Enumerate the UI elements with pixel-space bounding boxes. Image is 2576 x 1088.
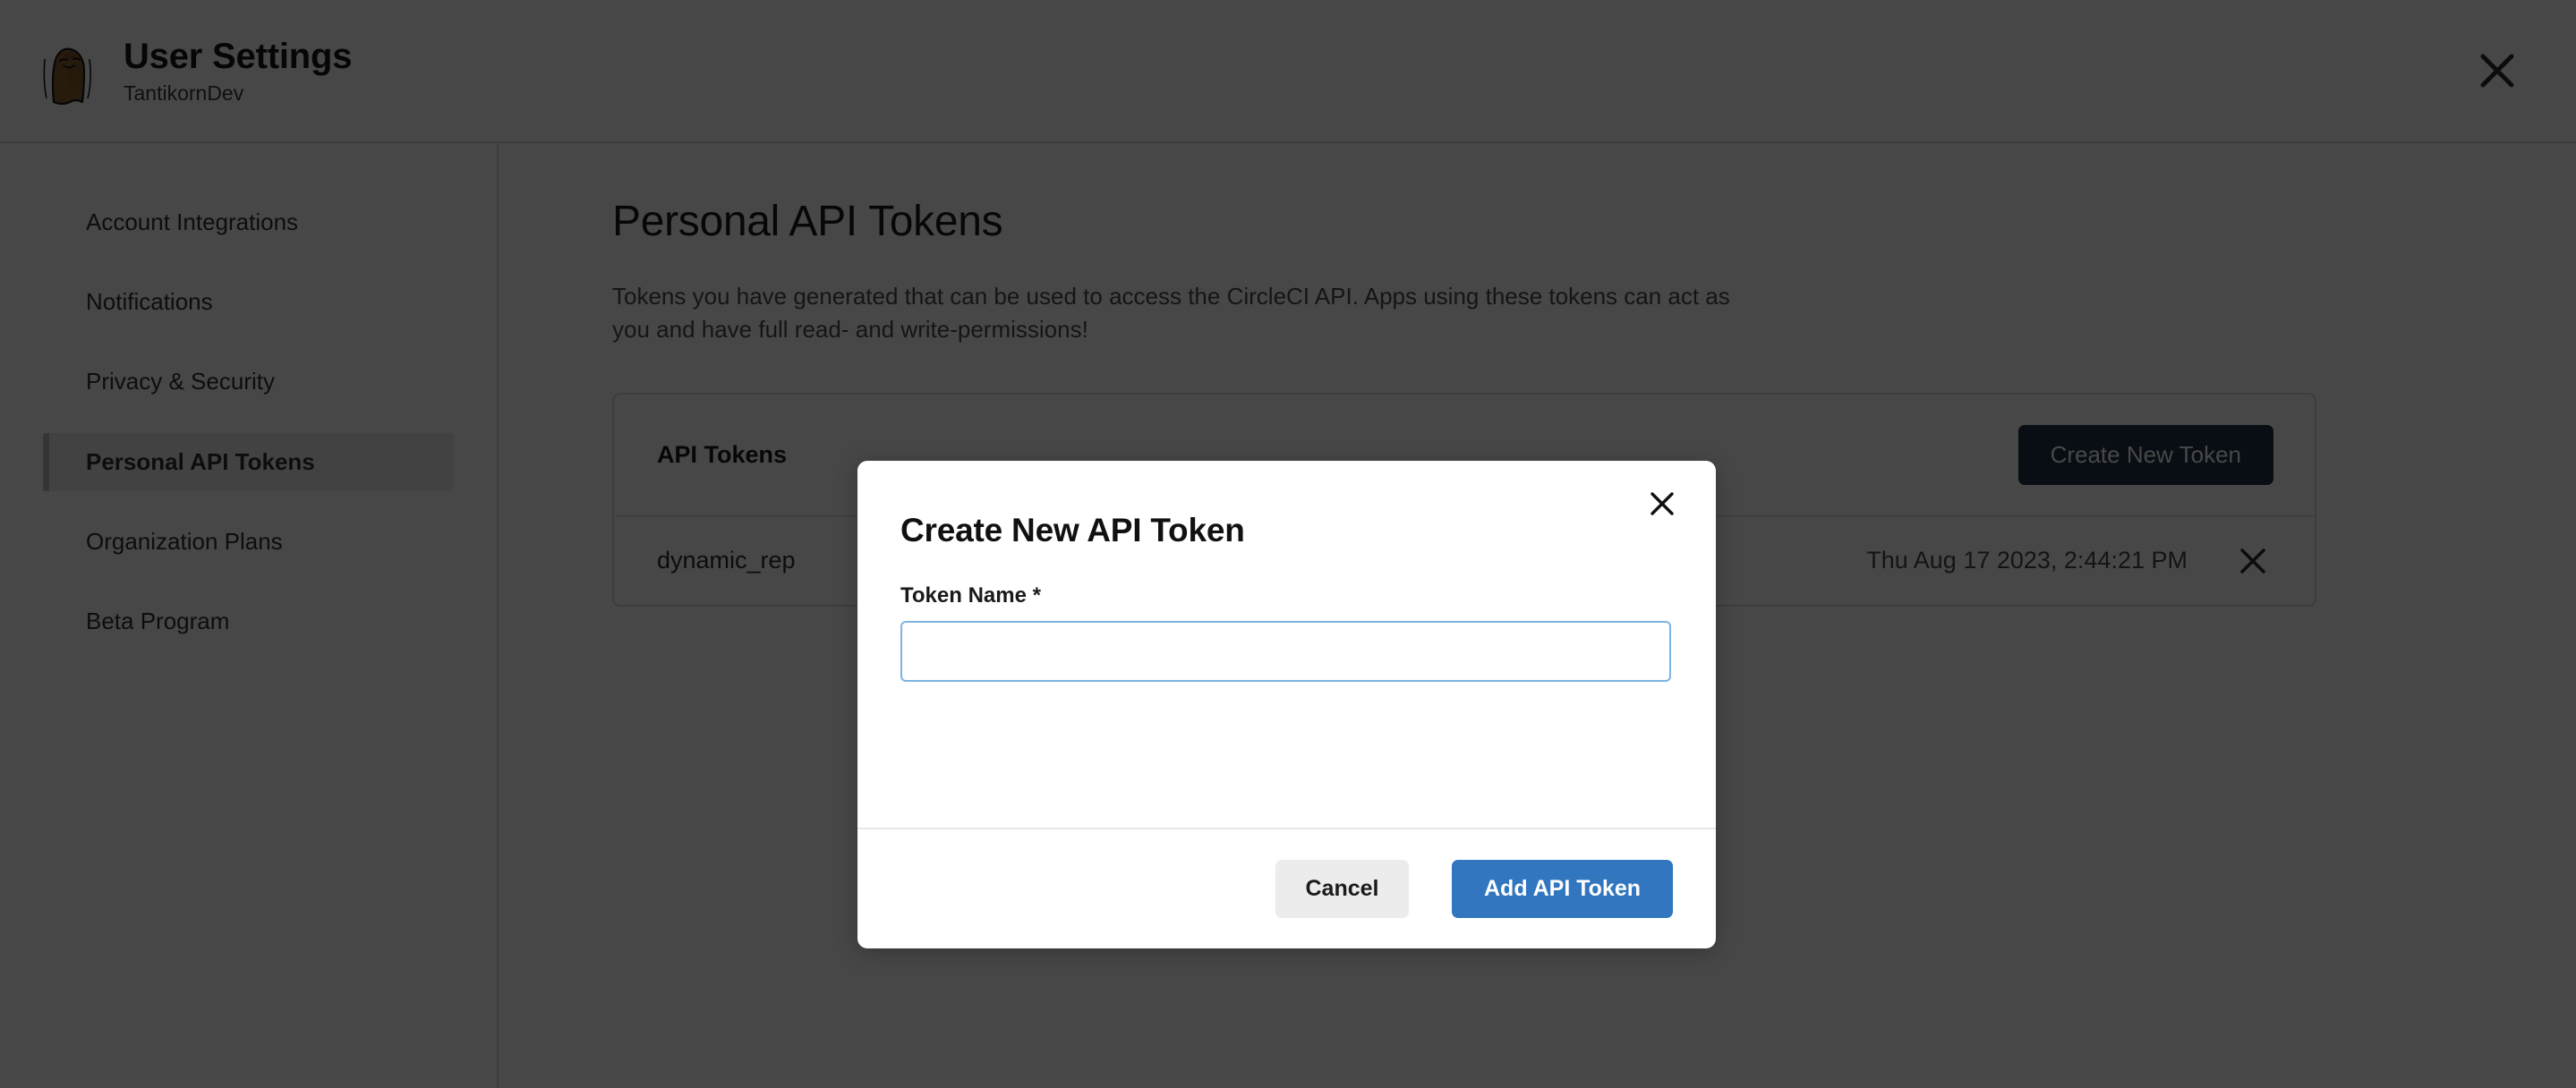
cancel-button[interactable]: Cancel xyxy=(1275,860,1409,918)
modal-title: Create New API Token xyxy=(900,512,1245,548)
token-name-input[interactable] xyxy=(900,621,1671,682)
modal-body: Token Name * xyxy=(857,549,1716,828)
create-api-token-modal: Create New API Token Token Name * Cancel… xyxy=(857,461,1716,948)
modal-header: Create New API Token xyxy=(857,461,1716,549)
add-api-token-button[interactable]: Add API Token xyxy=(1452,860,1673,918)
modal-close-icon[interactable] xyxy=(1639,480,1685,527)
modal-footer: Cancel Add API Token xyxy=(857,828,1716,948)
token-name-label: Token Name * xyxy=(900,583,1041,608)
